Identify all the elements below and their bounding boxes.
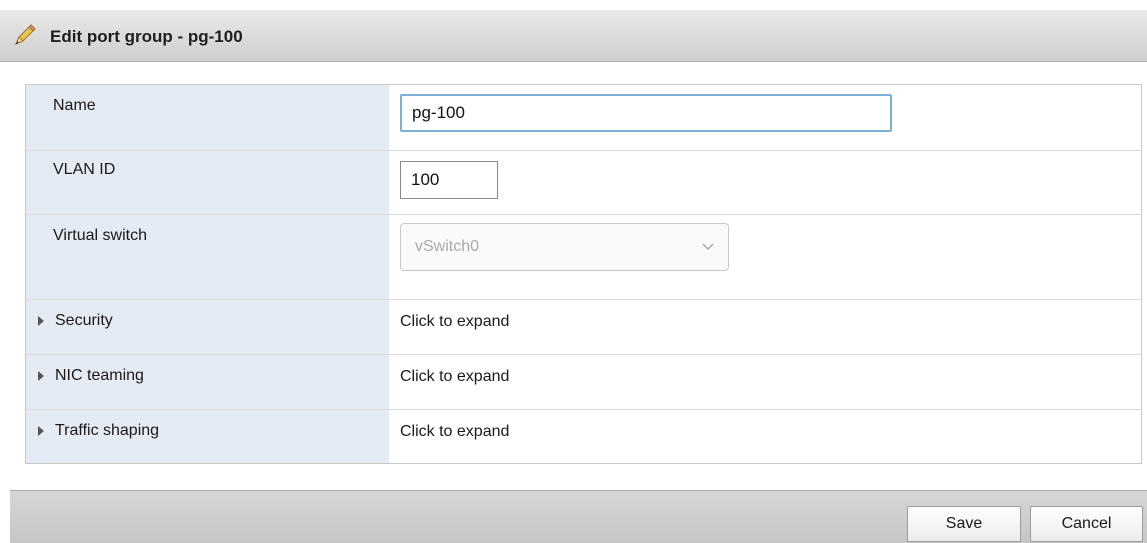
port-group-form: Name VLAN ID Virtual switch vSwitch0 bbox=[25, 84, 1142, 464]
nic-teaming-label[interactable]: NIC teaming bbox=[55, 367, 144, 385]
vlan-value-cell bbox=[389, 151, 1141, 214]
nic-teaming-row[interactable]: NIC teaming Click to expand bbox=[26, 355, 1141, 410]
nic-teaming-expand-link[interactable]: Click to expand bbox=[400, 368, 509, 386]
vswitch-row: Virtual switch vSwitch0 bbox=[26, 215, 1141, 300]
expand-caret-icon[interactable] bbox=[38, 371, 44, 381]
vswitch-label: Virtual switch bbox=[53, 227, 147, 244]
vlan-id-input[interactable] bbox=[400, 161, 498, 199]
name-label: Name bbox=[53, 97, 96, 114]
nic-teaming-value-cell[interactable]: Click to expand bbox=[389, 355, 1141, 409]
dialog-title: Edit port group - pg-100 bbox=[50, 27, 243, 46]
name-label-cell: Name bbox=[26, 85, 389, 150]
virtual-switch-select: vSwitch0 bbox=[400, 223, 729, 271]
security-row[interactable]: Security Click to expand bbox=[26, 300, 1141, 355]
vlan-label: VLAN ID bbox=[53, 161, 116, 178]
name-row: Name bbox=[26, 85, 1141, 151]
traffic-shaping-label[interactable]: Traffic shaping bbox=[55, 422, 159, 440]
dialog-footer: Save Cancel bbox=[10, 490, 1147, 543]
vswitch-value-cell: vSwitch0 bbox=[389, 215, 1141, 299]
traffic-shaping-row[interactable]: Traffic shaping Click to expand bbox=[26, 410, 1141, 463]
virtual-switch-selected-value: vSwitch0 bbox=[415, 238, 480, 255]
name-value-cell bbox=[389, 85, 1141, 150]
vlan-row: VLAN ID bbox=[26, 151, 1141, 215]
traffic-shaping-label-cell[interactable]: Traffic shaping bbox=[26, 410, 389, 463]
vlan-label-cell: VLAN ID bbox=[26, 151, 389, 214]
traffic-shaping-expand-link[interactable]: Click to expand bbox=[400, 423, 509, 441]
pencil-icon bbox=[15, 24, 36, 45]
dialog-titlebar: Edit port group - pg-100 bbox=[0, 10, 1147, 62]
security-expand-link[interactable]: Click to expand bbox=[400, 313, 509, 331]
expand-caret-icon[interactable] bbox=[38, 426, 44, 436]
security-value-cell[interactable]: Click to expand bbox=[389, 300, 1141, 354]
nic-teaming-label-cell[interactable]: NIC teaming bbox=[26, 355, 389, 409]
expand-caret-icon[interactable] bbox=[38, 316, 44, 326]
cancel-button[interactable]: Cancel bbox=[1030, 506, 1143, 542]
security-label[interactable]: Security bbox=[55, 312, 113, 330]
traffic-shaping-value-cell[interactable]: Click to expand bbox=[389, 410, 1141, 463]
chevron-down-icon bbox=[702, 243, 714, 251]
security-label-cell[interactable]: Security bbox=[26, 300, 389, 354]
save-button[interactable]: Save bbox=[907, 506, 1021, 542]
name-input[interactable] bbox=[400, 94, 892, 132]
vswitch-label-cell: Virtual switch bbox=[26, 215, 389, 299]
